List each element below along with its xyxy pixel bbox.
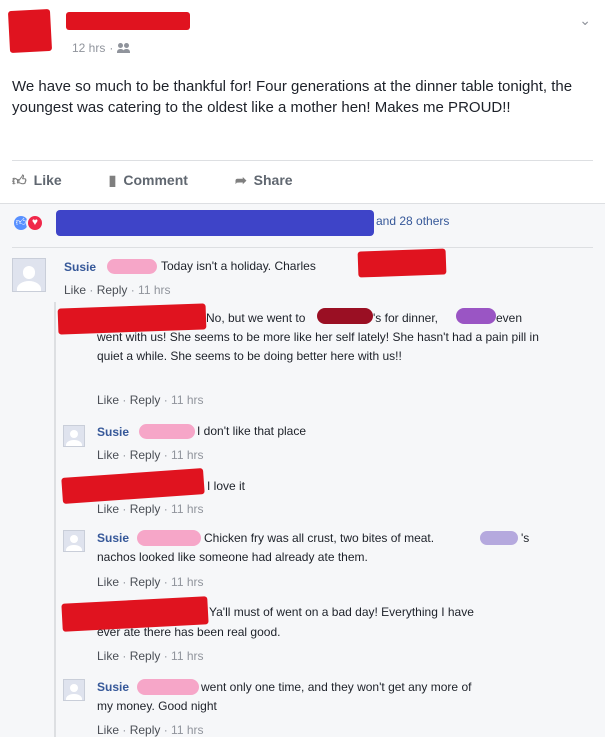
comment-text-start: went only one time, and they won't get a… [201, 680, 472, 694]
thumbs-up-icon: 👍︎ [12, 171, 27, 188]
comment-author[interactable]: Susie [97, 531, 129, 545]
comment-time[interactable]: 11 hrs [171, 575, 203, 589]
comment-text: I love it [207, 479, 246, 493]
commenter-avatar[interactable] [12, 258, 46, 292]
comment-time[interactable]: 11 hrs [171, 723, 203, 737]
comment-actions: Like · Reply · 11 hrs [97, 502, 204, 516]
post-timestamp[interactable]: 12 hrs [72, 41, 105, 55]
author-lastname-redacted [107, 259, 157, 274]
comment-like-link[interactable]: Like [97, 649, 119, 663]
reply-text-start: No, but we went to [206, 311, 306, 325]
comment-reply-link[interactable]: Reply [130, 448, 161, 462]
divider [12, 247, 593, 248]
comment-author[interactable]: Susie [97, 425, 129, 439]
action-bar: 👍︎ Like ▮ Comment ➦ Share [12, 168, 593, 192]
comment-actions: Like · Reply · 11 hrs [97, 575, 204, 589]
share-arrow-icon: ➦ [234, 171, 247, 188]
comment-like-link[interactable]: Like [97, 502, 119, 516]
comment-actions: Like · Reply · 11 hrs [64, 283, 171, 297]
comment-button[interactable]: ▮ Comment [109, 172, 188, 189]
comment-text-start: Chicken fry was all crust, two bites of … [204, 531, 435, 545]
name-redacted [456, 308, 496, 324]
poster-avatar-redacted[interactable] [7, 8, 53, 54]
comment-text-start: Ya'll must of went on a bad day! Everyth… [209, 605, 474, 619]
comment-like-link[interactable]: Like [97, 575, 119, 589]
reaction-icons[interactable]: 👍︎ ♥ [12, 214, 52, 232]
comment-text: I don't like that place [197, 424, 307, 438]
name-redacted [480, 531, 518, 545]
comment-like-link[interactable]: Like [97, 393, 119, 407]
comment-time[interactable]: 11 hrs [171, 448, 203, 462]
comment-reply-link[interactable]: Reply [130, 575, 161, 589]
people-icon[interactable] [117, 43, 131, 53]
reply-text-mid: 's for dinner, [373, 311, 438, 325]
reactor-names-redacted[interactable] [56, 210, 374, 236]
comment-time[interactable]: 11 hrs [171, 502, 203, 516]
comment-actions: Like · Reply · 11 hrs [97, 649, 204, 663]
comment-author[interactable]: Susie [64, 260, 96, 274]
comment-actions: Like · Reply · 11 hrs [97, 448, 204, 462]
place-redacted [317, 308, 373, 324]
post-meta: 12 hrs · [72, 41, 131, 55]
comment-actions: Like · Reply · 11 hrs [97, 393, 204, 407]
comment-like-link[interactable]: Like [97, 723, 119, 737]
meta-separator: · [109, 41, 114, 55]
comment-reply-link[interactable]: Reply [130, 502, 161, 516]
comment-text-rest: nachos looked like someone had already a… [97, 550, 368, 564]
comment-text: Today isn't a holiday. Charles [161, 259, 316, 273]
comment-actions: Like · Reply · 11 hrs [97, 723, 204, 737]
author-lastname-redacted [137, 679, 199, 695]
commenter-avatar[interactable] [63, 679, 85, 701]
reaction-summary[interactable]: and 28 others [376, 214, 449, 228]
reply-thread-line [54, 302, 56, 737]
comment-time[interactable]: 11 hrs [138, 283, 170, 297]
author-lastname-redacted [137, 530, 201, 546]
comment-reply-link[interactable]: Reply [97, 283, 128, 297]
post-text: We have so much to be thankful for! Four… [12, 78, 573, 116]
mention-redacted [357, 248, 447, 278]
comment-like-link[interactable]: Like [97, 448, 119, 462]
comment-text-end: 's [521, 531, 530, 545]
poster-name-redacted[interactable] [66, 12, 190, 30]
like-button[interactable]: 👍︎ Like [12, 172, 62, 189]
share-button[interactable]: ➦ Share [235, 172, 293, 189]
reply-text-rest: went with us! She seems to be more like … [97, 330, 539, 363]
commenter-avatar[interactable] [63, 530, 85, 552]
divider [12, 160, 593, 161]
commenter-avatar[interactable] [63, 425, 85, 447]
comment-time[interactable]: 11 hrs [171, 649, 203, 663]
author-lastname-redacted [139, 424, 195, 439]
comment-reply-link[interactable]: Reply [130, 393, 161, 407]
comment-reply-link[interactable]: Reply [130, 649, 161, 663]
comment-author[interactable]: Susie [97, 680, 129, 694]
comment-text-rest: my money. Good night [97, 699, 217, 713]
comment-reply-link[interactable]: Reply [130, 723, 161, 737]
reply-text-end: even [496, 311, 523, 325]
comment-text-rest: ever ate there has been real good. [97, 625, 281, 639]
comment-like-link[interactable]: Like [64, 283, 86, 297]
love-reaction-icon: ♥ [26, 214, 44, 232]
comment-icon: ▮ [108, 171, 117, 188]
chevron-down-icon[interactable]: ⌄ [579, 12, 591, 29]
comment-time[interactable]: 11 hrs [171, 393, 203, 407]
